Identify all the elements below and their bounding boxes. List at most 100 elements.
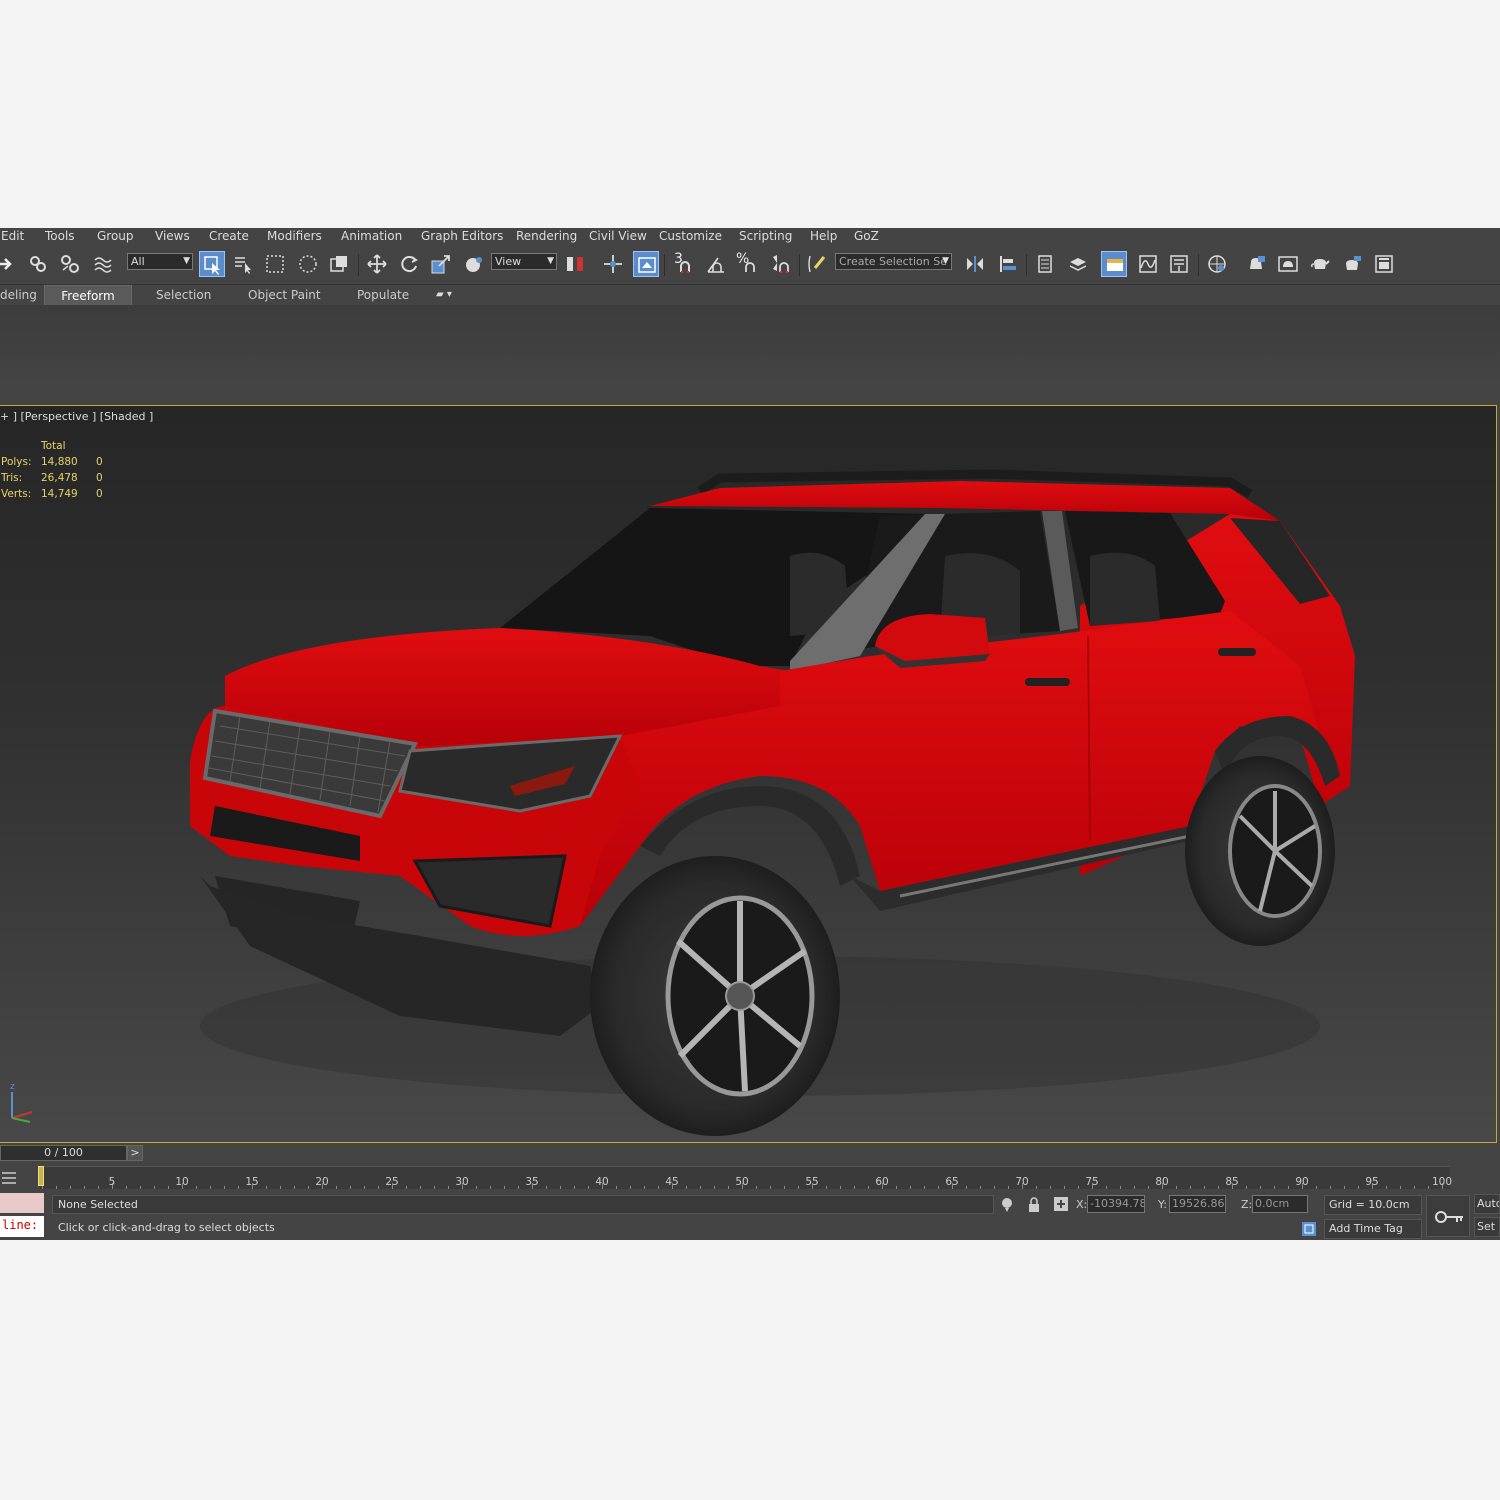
viewport-label[interactable]: + ] [Perspective ] [Shaded ]: [0, 410, 153, 423]
time-slider[interactable]: 0 / 100: [0, 1145, 127, 1161]
track-bar[interactable]: 5 10 15 20 25 30 35 40 45 50 55 60 65 70 75 80 85 90 95 100: [0, 1163, 1500, 1191]
rendered-frame-window-button[interactable]: [1275, 251, 1301, 277]
unlink-selection-button[interactable]: [57, 251, 83, 277]
isolate-selection-icon[interactable]: [1000, 1197, 1014, 1213]
select-and-move-button[interactable]: [364, 251, 390, 277]
ruler-tick: [616, 1186, 617, 1189]
ruler-label: 15: [245, 1176, 259, 1188]
named-selection-sets-dropdown[interactable]: Create Selection Se ▼: [835, 253, 952, 270]
menu-edit[interactable]: Edit: [1, 229, 24, 243]
set-key-button[interactable]: Set K: [1474, 1217, 1500, 1237]
z-coordinate-field[interactable]: 0.0cm: [1252, 1195, 1308, 1213]
time-slider-thumb[interactable]: [38, 1166, 44, 1186]
ruler-tick: [168, 1186, 169, 1189]
tab-modeling[interactable]: deling: [0, 285, 37, 305]
menu-animation[interactable]: Animation: [341, 229, 402, 243]
pivot-center-button[interactable]: [562, 251, 588, 277]
render-in-cloud-button[interactable]: [1339, 251, 1365, 277]
toggle-layer-explorer-button[interactable]: [1065, 251, 1091, 277]
toggle-scene-explorer-button[interactable]: [1032, 251, 1058, 277]
tab-object-paint[interactable]: Object Paint: [248, 285, 321, 305]
tab-freeform[interactable]: Freeform: [44, 285, 132, 305]
menu-help[interactable]: Help: [810, 229, 837, 243]
ruler-tick: [1204, 1186, 1205, 1189]
spinner-snap-button[interactable]: [767, 251, 793, 277]
toggle-ribbon-button[interactable]: [1101, 251, 1127, 277]
mirror-button[interactable]: [962, 251, 988, 277]
curve-editor-mini-icon[interactable]: [0, 1168, 20, 1188]
time-tag-icon[interactable]: [1301, 1221, 1317, 1237]
curve-editor-button[interactable]: [1135, 251, 1161, 277]
maxscript-listener-mini[interactable]: [0, 1193, 44, 1213]
set-key-mode-button[interactable]: [1426, 1195, 1470, 1237]
add-time-tag-button[interactable]: Add Time Tag: [1324, 1219, 1422, 1239]
menu-customize[interactable]: Customize: [659, 229, 722, 243]
menu-modifiers[interactable]: Modifiers: [267, 229, 322, 243]
align-icon: [1000, 256, 1016, 272]
ruler-tick: [294, 1186, 295, 1189]
x-coordinate-field[interactable]: -10394.787: [1087, 1195, 1145, 1213]
menu-scripting[interactable]: Scripting: [739, 229, 792, 243]
third-row-seat: [1090, 552, 1160, 626]
circular-selection-button[interactable]: [295, 251, 321, 277]
menu-create[interactable]: Create: [209, 229, 249, 243]
menu-goz[interactable]: GoZ: [854, 229, 879, 243]
next-frame-button[interactable]: >: [127, 1145, 143, 1161]
absolute-mode-icon[interactable]: [1053, 1196, 1069, 1212]
redo-button[interactable]: [0, 251, 18, 277]
a360-gallery-button[interactable]: [1371, 251, 1397, 277]
select-and-rotate-button[interactable]: [396, 251, 422, 277]
render-setup-button[interactable]: [1243, 251, 1269, 277]
edit-named-selection-button[interactable]: [804, 251, 830, 277]
link-icon: [30, 256, 46, 272]
material-editor-button[interactable]: [1204, 251, 1230, 277]
status-bar: line: None Selected Click or click-and-d…: [0, 1191, 1500, 1240]
keyboard-shortcut-override-button[interactable]: [633, 251, 659, 277]
angle-snap-button[interactable]: [703, 251, 729, 277]
snaps-toggle-button[interactable]: 3: [670, 251, 696, 277]
select-and-manipulate-button[interactable]: [600, 251, 626, 277]
menu-group[interactable]: Group: [97, 229, 134, 243]
menu-tools[interactable]: Tools: [45, 229, 75, 243]
ruler-label: 50: [735, 1176, 749, 1188]
tab-selection[interactable]: Selection: [156, 285, 211, 305]
schematic-view-button[interactable]: [1166, 251, 1192, 277]
percent-snap-button[interactable]: %: [734, 251, 760, 277]
front-hub: [725, 981, 755, 1011]
auto-key-button[interactable]: Auto: [1474, 1194, 1500, 1214]
align-button[interactable]: [995, 251, 1021, 277]
select-and-place-button[interactable]: [461, 251, 487, 277]
ruler-tick: [126, 1186, 127, 1189]
menu-views[interactable]: Views: [155, 229, 190, 243]
y-coordinate-field[interactable]: 19526.869: [1169, 1195, 1226, 1213]
ruler-tick: [700, 1186, 701, 1189]
select-by-name-button[interactable]: [231, 251, 257, 277]
ruler-tick: [756, 1186, 757, 1189]
ruler-tick: [378, 1186, 379, 1189]
perspective-viewport[interactable]: + ] [Perspective ] [Shaded ] z Total Pol…: [0, 405, 1497, 1143]
window-crossing-button[interactable]: [326, 251, 352, 277]
bind-to-space-warp-button[interactable]: [90, 251, 116, 277]
render-production-button[interactable]: [1307, 251, 1333, 277]
select-object-button[interactable]: [199, 251, 225, 277]
reference-coordinate-dropdown[interactable]: View ▼: [491, 253, 557, 270]
menu-graph-editors[interactable]: Graph Editors: [421, 229, 503, 243]
gallery-icon: [1375, 255, 1393, 273]
ruler-tick: [504, 1186, 505, 1189]
ruler-label: 25: [385, 1176, 399, 1188]
lock-icon[interactable]: [1027, 1197, 1041, 1213]
select-and-scale-button[interactable]: [428, 251, 454, 277]
spinner-snap-icon: [773, 255, 789, 273]
selection-filter-dropdown[interactable]: All ▼: [127, 253, 193, 270]
select-and-link-button[interactable]: [25, 251, 51, 277]
menu-rendering[interactable]: Rendering: [516, 229, 577, 243]
ribbon-options-icon[interactable]: ▰ ▾: [436, 285, 452, 305]
tab-populate[interactable]: Populate: [357, 285, 409, 305]
maxscript-input[interactable]: line:: [0, 1216, 44, 1237]
menu-civil-view[interactable]: Civil View: [589, 229, 647, 243]
ruler-tick: [868, 1186, 869, 1189]
teapot-cloud-icon: [1346, 256, 1361, 270]
rectangular-selection-button[interactable]: [262, 251, 288, 277]
rear-door-handle: [1218, 648, 1256, 656]
frame-ruler[interactable]: 5 10 15 20 25 30 35 40 45 50 55 60 65 70 75 80 85 90 95 100: [40, 1166, 1452, 1189]
